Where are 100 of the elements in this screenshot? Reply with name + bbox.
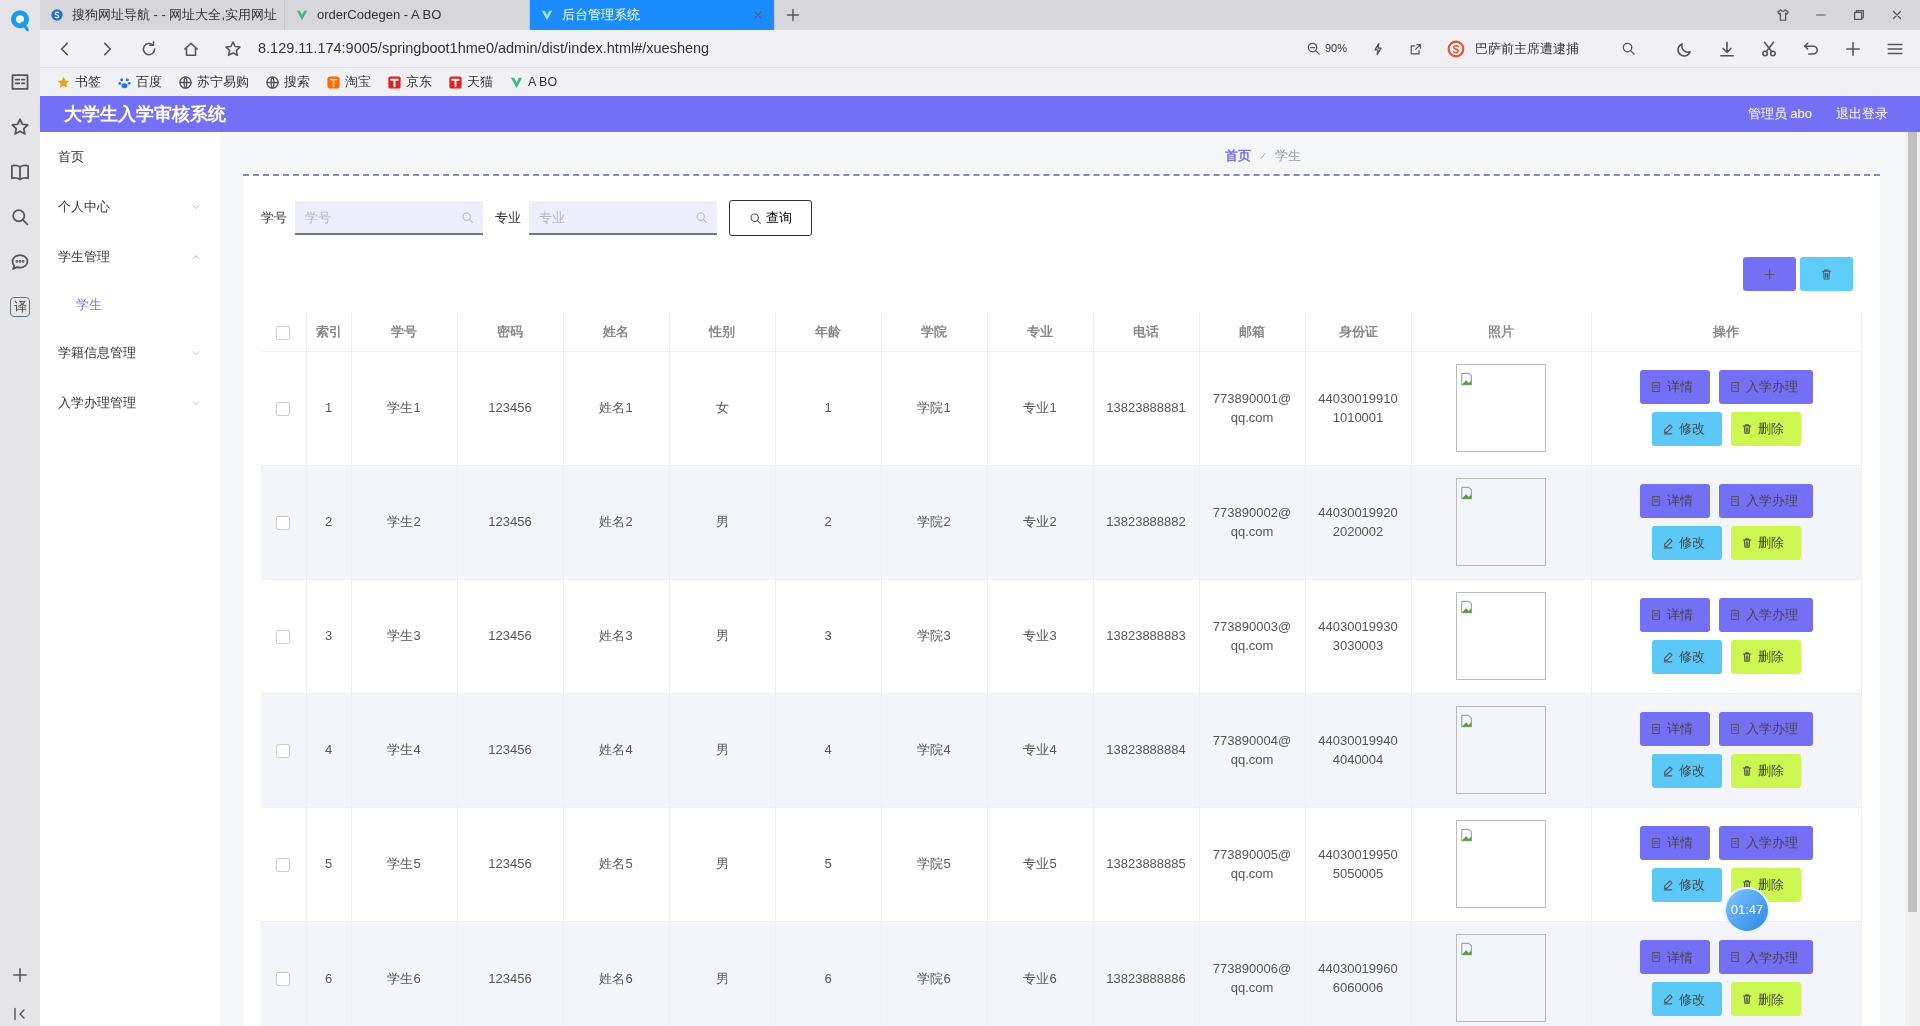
- row-checkbox[interactable]: [276, 629, 291, 644]
- skin-icon[interactable]: [1776, 8, 1790, 22]
- bookmark-link[interactable]: A BO: [528, 72, 558, 92]
- edit-button[interactable]: 修改: [1651, 412, 1722, 446]
- table-cell: 440300199505050005: [1318, 846, 1398, 881]
- row-checkbox[interactable]: [276, 515, 291, 530]
- sidebar-item[interactable]: 入学办理管理: [40, 378, 220, 428]
- book-icon[interactable]: [10, 162, 30, 182]
- delete-button[interactable]: 删除: [1730, 640, 1801, 674]
- column-header: 邮箱: [1239, 324, 1265, 339]
- table-cell: 男: [715, 856, 729, 872]
- table-cell: 440300199101010001: [1318, 390, 1398, 425]
- table-cell: 学院6: [917, 970, 951, 986]
- v-logo-icon: [295, 8, 309, 22]
- delete-button[interactable]: 删除: [1730, 982, 1801, 1017]
- delete-button[interactable]: 删除: [1730, 526, 1801, 560]
- edit-button[interactable]: 修改: [1651, 526, 1722, 560]
- restore-icon[interactable]: [1852, 8, 1866, 22]
- bookmark-link[interactable]: 百度: [136, 72, 162, 92]
- scissors-icon[interactable]: [1760, 39, 1778, 58]
- list-icon[interactable]: [10, 72, 30, 92]
- row-checkbox[interactable]: [276, 401, 291, 416]
- broken-image-icon: [1460, 371, 1474, 386]
- close-icon[interactable]: [1890, 8, 1904, 22]
- new-tab-icon[interactable]: [785, 7, 801, 23]
- search-field[interactable]: 巴萨前主席遭逮捕: [1473, 37, 1613, 60]
- trash-icon: [1740, 651, 1753, 663]
- search-icon: [695, 211, 708, 224]
- search-icon[interactable]: [10, 207, 30, 227]
- search-field[interactable]: 专业: [529, 201, 717, 235]
- filter-label: 学号: [261, 209, 287, 228]
- column-header: 照片: [1488, 324, 1514, 339]
- table-cell: 13823888883: [1106, 628, 1186, 644]
- edit-button[interactable]: 修改: [1651, 754, 1722, 788]
- row-checkbox[interactable]: [276, 857, 291, 872]
- translate-button[interactable]: 译: [10, 297, 30, 317]
- bookmark-link[interactable]: 书签: [75, 72, 101, 92]
- table-cell: 773890002@qq.com: [1212, 504, 1292, 539]
- delete-button[interactable]: 删除: [1730, 754, 1801, 788]
- table-cell: 专业5: [1023, 856, 1057, 872]
- table-cell: 姓名3: [599, 628, 633, 644]
- app-title: 大学生入学审核系统: [64, 102, 226, 126]
- scrollbar[interactable]: [1905, 132, 1920, 1026]
- pen-icon: [1661, 765, 1674, 777]
- row-checkbox[interactable]: [276, 972, 291, 987]
- table-cell: 13823888882: [1106, 514, 1186, 530]
- table-cell: 专业4: [1023, 742, 1057, 758]
- document-icon: [1728, 837, 1741, 849]
- row-checkbox[interactable]: [276, 743, 291, 758]
- edit-button[interactable]: 修改: [1651, 982, 1722, 1017]
- breadcrumb-link[interactable]: 首页: [1224, 146, 1251, 166]
- sidebar-item[interactable]: 个人中心: [40, 182, 220, 232]
- document-icon: [1728, 495, 1741, 507]
- sidebar-item[interactable]: 学生管理: [40, 232, 220, 282]
- logout-link[interactable]: 退出登录: [1836, 104, 1888, 124]
- bookmark-star-icon[interactable]: [224, 39, 242, 58]
- edit-button[interactable]: 修改: [1651, 868, 1722, 902]
- query-button[interactable]: 查询: [729, 200, 812, 236]
- select-all-checkbox[interactable]: [276, 325, 291, 340]
- download-icon[interactable]: [1718, 39, 1736, 58]
- table-cell: 姓名1: [599, 400, 633, 416]
- lightning-icon[interactable]: [1371, 41, 1385, 56]
- bookmark-link[interactable]: 淘宝: [345, 72, 371, 92]
- zoom-out-icon[interactable]: [1305, 41, 1321, 56]
- sidebar-item[interactable]: 学籍信息管理: [40, 328, 220, 378]
- document-icon: [1649, 723, 1662, 735]
- broken-image-icon: [1460, 485, 1474, 500]
- table-cell: 4: [324, 742, 333, 758]
- zoom-level: 90%: [1324, 41, 1347, 57]
- table-cell: 专业6: [1023, 970, 1057, 986]
- sidebar-item[interactable]: 首页: [40, 132, 220, 182]
- table-cell: 773890005@qq.com: [1212, 846, 1292, 881]
- column-header: 索引: [315, 324, 342, 339]
- edit-button[interactable]: 修改: [1651, 640, 1722, 674]
- address-field[interactable]: 8.129.11.174:9005/springboot1hme0/admin/dist/index.html#/xuesheng: [258, 37, 1282, 60]
- chat-icon[interactable]: [10, 252, 30, 272]
- table-cell: 440300199202020002: [1318, 504, 1398, 539]
- add-icon[interactable]: [1844, 39, 1862, 58]
- bookmark-link[interactable]: 苏宁易购: [197, 72, 249, 92]
- bookmark-link[interactable]: 搜索: [284, 72, 310, 92]
- search-icon[interactable]: [1621, 41, 1636, 56]
- table-cell: 123456: [488, 514, 532, 530]
- add-icon[interactable]: [11, 966, 29, 984]
- reload-icon[interactable]: [140, 39, 158, 58]
- table-cell: 男: [715, 970, 729, 986]
- star-icon[interactable]: [10, 117, 30, 137]
- bookmark-link[interactable]: 天猫: [467, 72, 493, 92]
- table-cell: 440300199303030003: [1318, 618, 1398, 653]
- table-cell: 1: [824, 400, 832, 416]
- column-header: 性别: [709, 324, 735, 339]
- delete-button[interactable]: 删除: [1730, 412, 1801, 446]
- table-cell: 123456: [488, 970, 532, 986]
- table-cell: 3: [824, 628, 832, 644]
- search-icon: [461, 211, 474, 224]
- separator-icon: [1258, 151, 1267, 161]
- share-icon[interactable]: [1409, 41, 1423, 56]
- bookmark-link[interactable]: 京东: [406, 72, 432, 92]
- table-cell: 学生6: [387, 970, 421, 986]
- column-header: 专业: [1027, 324, 1053, 339]
- sidebar-subitem[interactable]: 学生: [40, 282, 220, 328]
